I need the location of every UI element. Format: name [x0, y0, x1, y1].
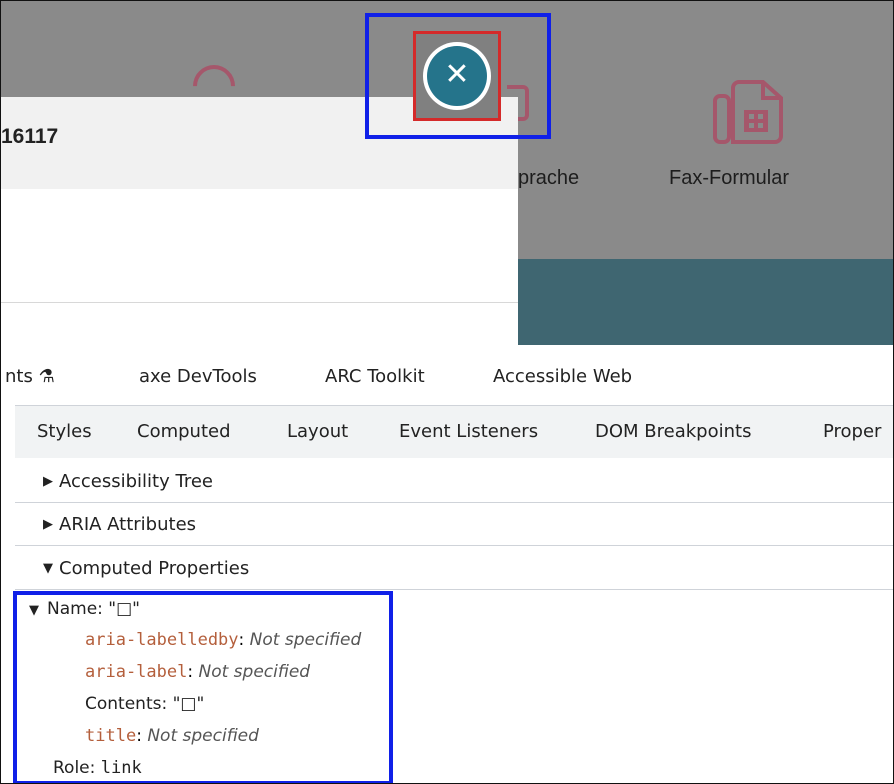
divider [1, 302, 518, 303]
screenshot-frame: prache Fax-Formular 16117 ✕ nts ⚗ axe De… [0, 0, 894, 784]
modal-title: 16117 [1, 125, 59, 148]
tab-dom-breakpoints[interactable]: DOM Breakpoints [595, 421, 751, 442]
elements-subtabs: Styles Computed Layout Event Listeners D… [15, 405, 893, 459]
tab-experiments[interactable]: nts ⚗ [5, 366, 55, 387]
section-accessibility-tree[interactable]: ▶ Accessibility Tree [15, 460, 893, 503]
section-aria-attributes[interactable]: ▶ ARIA Attributes [15, 503, 893, 546]
expand-arrow-icon: ▶ [43, 517, 53, 532]
tab-arc-toolkit[interactable]: ARC Toolkit [325, 366, 425, 387]
tab-axe-devtools[interactable]: axe DevTools [139, 366, 257, 387]
tab-computed[interactable]: Computed [137, 421, 231, 442]
highlight-box-name-properties [13, 591, 393, 783]
section-computed-properties[interactable]: ▼ Computed Properties [15, 547, 893, 590]
section-label: ARIA Attributes [59, 514, 197, 535]
collapse-arrow-icon: ▼ [43, 561, 53, 576]
section-label: Accessibility Tree [59, 471, 213, 492]
tab-event-listeners[interactable]: Event Listeners [399, 421, 538, 442]
section-label: Computed Properties [59, 558, 250, 579]
devtools-main-tabs: nts ⚗ axe DevTools ARC Toolkit Accessibl… [1, 345, 893, 403]
tab-properties[interactable]: Proper [823, 421, 881, 442]
nav-label-sprache[interactable]: prache [518, 167, 579, 190]
nav-label-fax-formular[interactable]: Fax-Formular [669, 167, 789, 190]
highlight-box-close-button [365, 13, 551, 139]
tab-accessible-web[interactable]: Accessible Web [493, 366, 632, 387]
tab-styles[interactable]: Styles [37, 421, 92, 442]
tab-layout[interactable]: Layout [287, 421, 348, 442]
fax-icon [713, 80, 783, 144]
expand-arrow-icon: ▶ [43, 474, 53, 489]
